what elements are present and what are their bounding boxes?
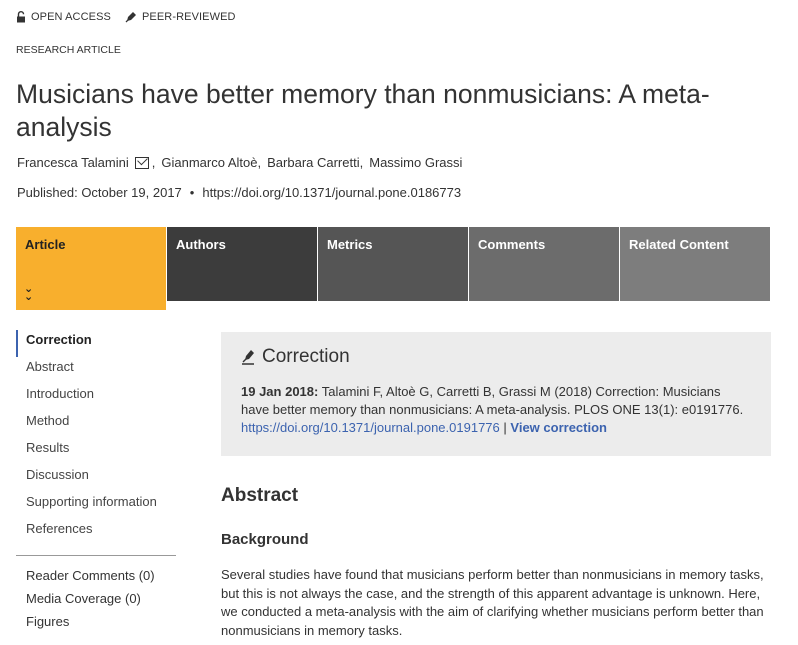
published-date: Published: October 19, 2017 — [17, 185, 182, 200]
author-name[interactable]: Barbara Carretti — [267, 155, 359, 170]
tab-authors[interactable]: Authors — [167, 227, 317, 301]
tab-label: Authors — [176, 237, 226, 252]
open-access-label: OPEN ACCESS — [31, 11, 111, 23]
article-badges: OPEN ACCESS PEER-REVIEWED — [16, 11, 236, 23]
correction-notice: Correction 19 Jan 2018: Talamini F, Alto… — [221, 332, 771, 456]
nav-item-introduction[interactable]: Introduction — [16, 384, 176, 411]
author-name[interactable]: Francesca Talamini — [17, 155, 129, 170]
tab-label: Related Content — [629, 237, 729, 252]
correction-heading: Correction — [262, 346, 350, 367]
nav-item-results[interactable]: Results — [16, 438, 176, 465]
publication-info: Published: October 19, 2017 • https://doi.… — [17, 185, 462, 200]
nav-item-supporting-information[interactable]: Supporting information — [16, 492, 176, 519]
tab-label: Metrics — [327, 237, 373, 252]
peer-reviewed-badge[interactable]: PEER-REVIEWED — [125, 11, 236, 23]
section-nav: Correction Abstract Introduction Method … — [16, 330, 176, 546]
correction-body: 19 Jan 2018: Talamini F, Altoè G, Carret… — [241, 383, 751, 437]
chevron-down-icon: ⌄ ⌄ — [24, 283, 34, 303]
tab-label: Article — [25, 237, 66, 252]
background-text: Several studies have found that musician… — [221, 567, 764, 638]
tab-article[interactable]: Article ⌄ ⌄ — [16, 227, 166, 310]
pencil-icon — [242, 350, 254, 365]
view-correction-link[interactable]: View correction — [510, 420, 607, 435]
author-list: Francesca Talamini , Gianmarco Altoè, Ba… — [17, 155, 463, 170]
open-access-badge[interactable]: OPEN ACCESS — [16, 11, 111, 23]
abstract-heading: Abstract — [221, 485, 299, 506]
nav-item-media-coverage[interactable]: Media Coverage (0) — [16, 590, 176, 613]
tab-metrics[interactable]: Metrics — [318, 227, 468, 301]
nav-item-discussion[interactable]: Discussion — [16, 465, 176, 492]
nav-item-references[interactable]: References — [16, 519, 176, 546]
correction-date: 19 Jan 2018: — [241, 384, 319, 399]
author-name[interactable]: Gianmarco Altoè — [161, 155, 257, 170]
author-name[interactable]: Massimo Grassi — [369, 155, 462, 170]
nav-divider — [16, 555, 176, 556]
nav-item-correction[interactable]: Correction — [16, 330, 176, 357]
article-tabs: Article ⌄ ⌄ Authors Metrics Comments Rela… — [16, 227, 770, 310]
nav-item-method[interactable]: Method — [16, 411, 176, 438]
tab-comments[interactable]: Comments — [469, 227, 619, 301]
email-icon[interactable] — [134, 156, 149, 169]
peer-reviewed-label: PEER-REVIEWED — [141, 11, 236, 23]
correction-doi-link[interactable]: https://doi.org/10.1371/journal.pone.019… — [241, 420, 500, 435]
background-heading: Background — [221, 531, 309, 548]
extras-nav: Reader Comments (0) Media Coverage (0) F… — [16, 567, 176, 636]
article-type: RESEARCH ARTICLE — [16, 44, 121, 56]
pen-icon — [125, 12, 136, 23]
link-separator: | — [503, 420, 507, 435]
unlock-icon — [17, 11, 25, 23]
nav-item-abstract[interactable]: Abstract — [16, 357, 176, 384]
nav-item-figures[interactable]: Figures — [16, 613, 176, 636]
article-doi[interactable]: https://doi.org/10.1371/journal.pone.018… — [202, 185, 461, 200]
tab-related-content[interactable]: Related Content — [620, 227, 770, 301]
tab-label: Comments — [478, 237, 546, 252]
article-title: Musicians have better memory than nonmus… — [16, 79, 710, 142]
correction-header: Correction — [241, 346, 751, 368]
nav-item-reader-comments[interactable]: Reader Comments (0) — [16, 567, 176, 590]
